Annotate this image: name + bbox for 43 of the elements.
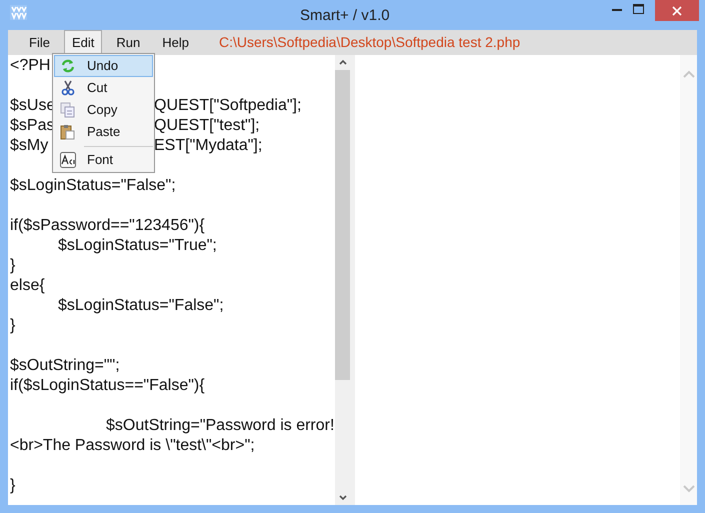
code-line: $sOutString="Password is error! xyxy=(105,416,334,436)
app-icon xyxy=(10,5,27,20)
close-icon xyxy=(672,6,682,16)
code-line: else{ xyxy=(10,276,45,296)
menu-option[interactable]: Font xyxy=(54,149,153,171)
code-line: <br>The Password is \"test\"<br>"; xyxy=(10,436,255,456)
menu-option[interactable]: Undo xyxy=(54,55,153,77)
scissors-icon xyxy=(60,80,76,96)
minimize-icon[interactable] xyxy=(612,9,622,12)
code-line: $sLoginStatus="False"; xyxy=(10,176,176,196)
font-icon xyxy=(60,152,76,168)
code-line: $sOutString=""; xyxy=(10,356,120,376)
menu-item[interactable]: Edit xyxy=(64,30,102,56)
menu-item[interactable]: Run xyxy=(108,30,148,56)
code-line: $sMy xyxy=(10,136,50,156)
code-line: if($sLoginStatus=="False"){ xyxy=(10,376,205,396)
code-line: $sLoginStatus="True"; xyxy=(57,236,217,256)
copy-icon xyxy=(60,102,76,118)
code-line: } xyxy=(10,316,16,336)
menu-option[interactable]: Cut xyxy=(54,77,153,99)
menu-option[interactable]: Paste xyxy=(54,121,153,143)
code-line: EST["Mydata"]; xyxy=(154,136,262,156)
clipboard-icon xyxy=(60,124,76,140)
menu-item[interactable]: File xyxy=(21,30,58,56)
maximize-icon[interactable] xyxy=(633,4,644,14)
scroll-up-icon[interactable] xyxy=(338,59,346,65)
menu-option[interactable]: Copy xyxy=(54,99,153,121)
code-line: <?PH xyxy=(10,56,50,76)
undo-icon xyxy=(60,58,76,74)
scroll-down-icon[interactable] xyxy=(338,495,346,501)
code-line: } xyxy=(10,476,16,496)
code-line: } xyxy=(10,256,16,276)
code-line: if($sPassword=="123456"){ xyxy=(10,216,205,236)
close-button[interactable] xyxy=(655,0,699,21)
code-editor[interactable] xyxy=(8,55,335,505)
window-title: Smart+ / v1.0 xyxy=(300,6,390,26)
file-path: C:\Users\Softpedia\Desktop\Softpedia test 2.php xyxy=(218,33,520,52)
code-line: QUEST["Softpedia"]; xyxy=(154,96,302,116)
code-line: $sPas xyxy=(10,116,53,136)
menu-item[interactable]: Help xyxy=(154,30,197,56)
scrollbar-thumb[interactable] xyxy=(335,70,350,380)
code-line: QUEST["test"]; xyxy=(154,116,260,136)
code-line: $sLoginStatus="False"; xyxy=(57,296,224,316)
